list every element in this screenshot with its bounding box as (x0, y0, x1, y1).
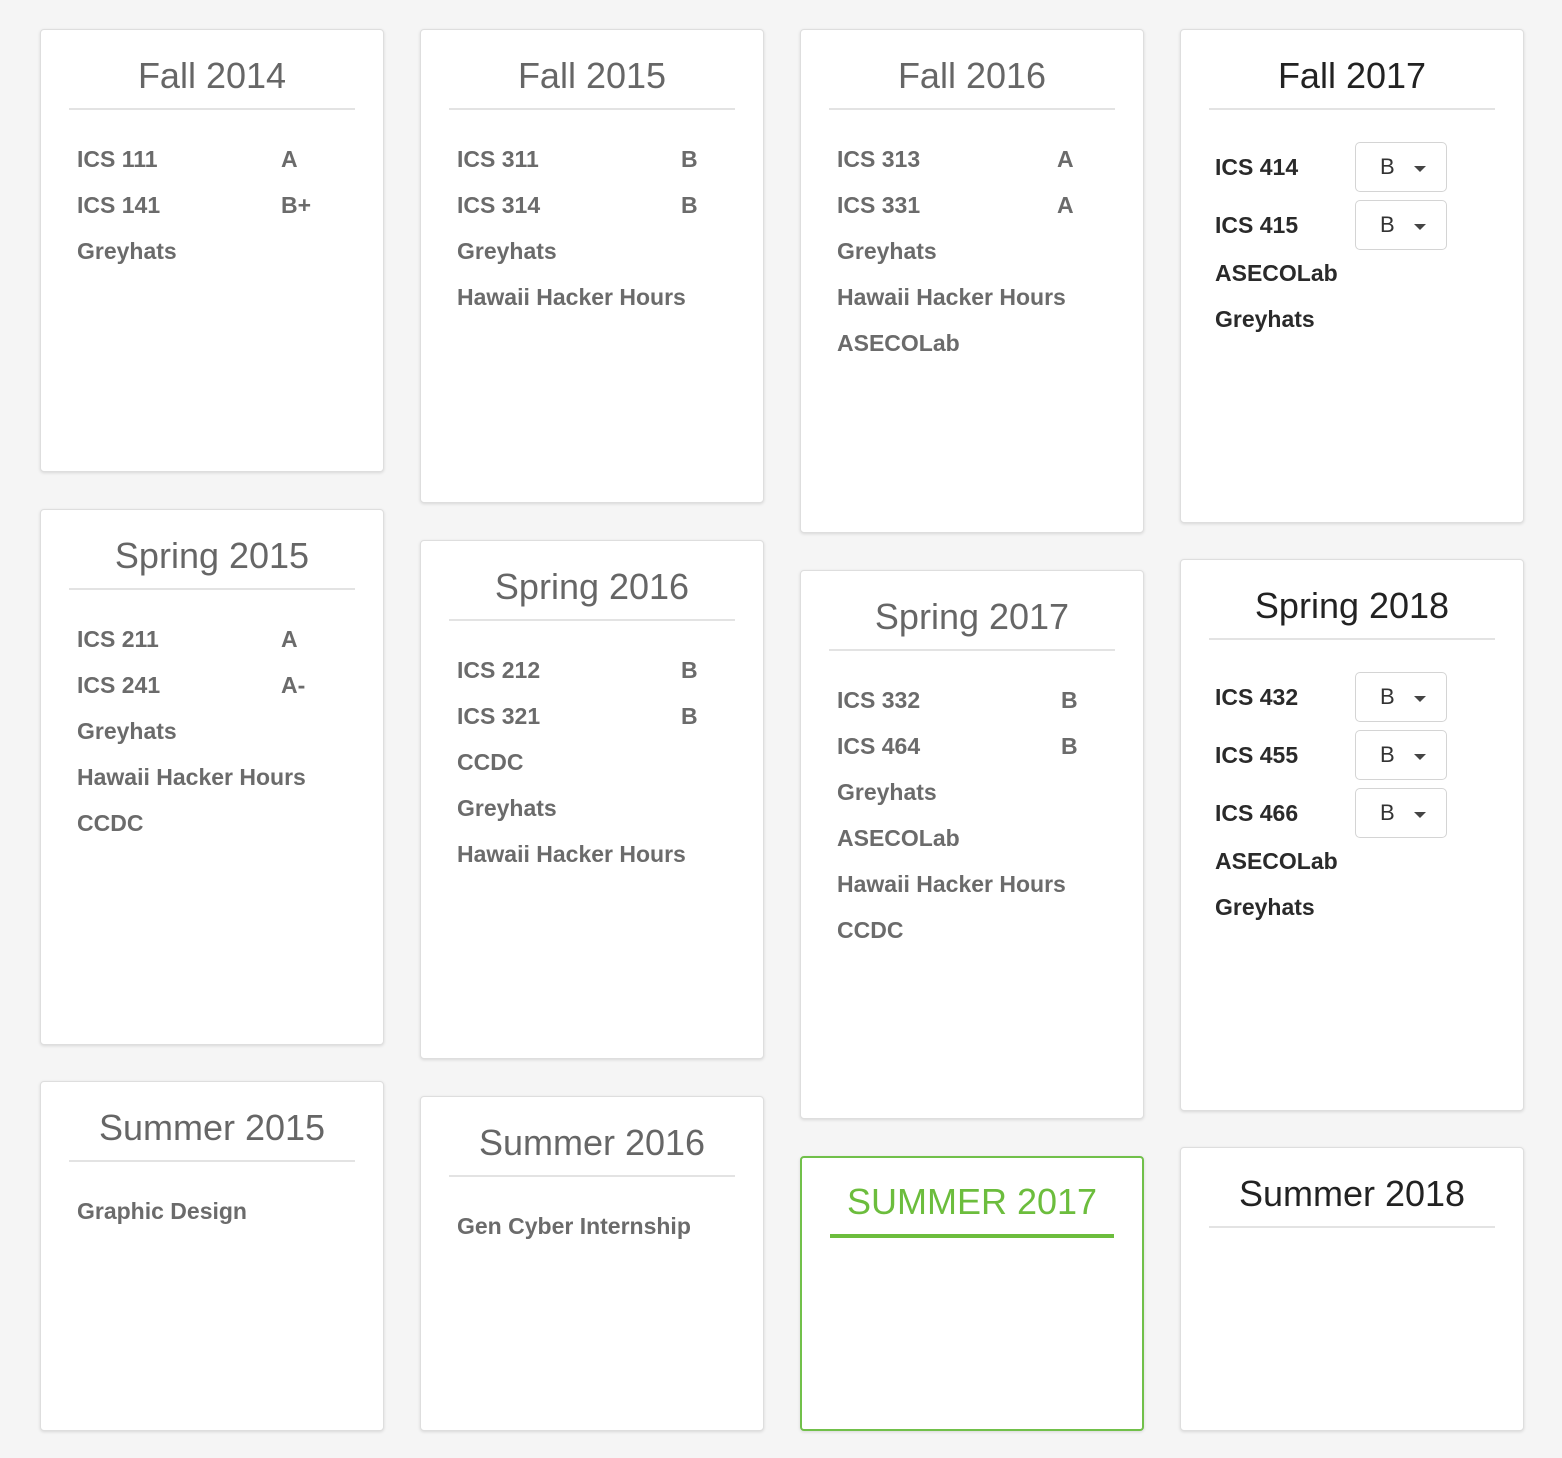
course-item: ICS 331 A (837, 190, 1143, 236)
semester-title: Spring 2016 (449, 541, 735, 621)
course-item: ICS 466 B (1215, 788, 1523, 846)
activity-item: Greyhats (837, 779, 937, 805)
activity-item: Greyhats (457, 795, 557, 821)
activity-item: Greyhats (1215, 894, 1315, 920)
grade-dropdown[interactable]: B (1355, 142, 1447, 192)
semester-title: Spring 2017 (829, 571, 1115, 651)
course-item: ICS 111 A (77, 144, 383, 190)
semester-card-summer-2016: Summer 2016 Gen Cyber Internship (420, 1096, 764, 1431)
grade-label: B (681, 146, 698, 172)
grade-label: A (1057, 192, 1074, 218)
course-item: ICS 141 B+ (77, 190, 383, 236)
semester-title: Fall 2015 (449, 30, 735, 110)
course-item: ICS 311 B (457, 144, 763, 190)
grade-label: A (281, 146, 298, 172)
activity-item: Hawaii Hacker Hours (457, 284, 686, 310)
semester-title: Fall 2014 (69, 30, 355, 110)
activity-item: Graphic Design (77, 1198, 247, 1224)
grade-dropdown[interactable]: B (1355, 200, 1447, 250)
activity-item: Greyhats (77, 238, 177, 264)
course-item: ICS 464 B (837, 731, 1143, 777)
semester-card-fall-2016: Fall 2016 ICS 313 A ICS 331 A Greyhats Haw… (800, 29, 1144, 533)
semester-card-fall-2017: Fall 2017 ICS 414 B ICS 415 B ASECOLab G… (1180, 29, 1524, 523)
activity-item: Hawaii Hacker Hours (837, 284, 1066, 310)
course-item: ICS 321 B (457, 701, 763, 747)
caret-down-icon (1414, 224, 1426, 230)
grade-label: B+ (281, 192, 312, 218)
activity-item: ASECOLab (1215, 260, 1338, 286)
activity-item: Greyhats (457, 238, 557, 264)
activity-item: Greyhats (77, 718, 177, 744)
course-item: ICS 314 B (457, 190, 763, 236)
semester-card-spring-2017: Spring 2017 ICS 332 B ICS 464 B Greyhats A… (800, 570, 1144, 1119)
semester-card-summer-2018: Summer 2018 (1180, 1147, 1524, 1431)
grade-label: B (681, 657, 698, 683)
semester-title: Fall 2017 (1209, 30, 1495, 110)
course-item: ICS 313 A (837, 144, 1143, 190)
grade-label: A (1057, 146, 1074, 172)
activity-item: CCDC (77, 810, 144, 836)
caret-down-icon (1414, 754, 1426, 760)
grade-label: A (281, 626, 298, 652)
semester-card-fall-2015: Fall 2015 ICS 311 B ICS 314 B Greyhats Haw… (420, 29, 764, 503)
semester-title: Summer 2018 (1209, 1148, 1495, 1228)
activity-item: Greyhats (1215, 306, 1315, 332)
semester-card-summer-2015: Summer 2015 Graphic Design (40, 1081, 384, 1431)
grade-dropdown[interactable]: B (1355, 788, 1447, 838)
semester-title: Summer 2015 (69, 1082, 355, 1162)
activity-item: Hawaii Hacker Hours (77, 764, 306, 790)
semester-title: Spring 2015 (69, 510, 355, 590)
semester-card-spring-2016: Spring 2016 ICS 212 B ICS 321 B CCDC Greyh… (420, 540, 764, 1059)
grade-label: B (681, 703, 698, 729)
activity-item: ASECOLab (837, 825, 960, 851)
grade-label: A- (281, 672, 306, 698)
grade-label: B (1061, 733, 1078, 759)
course-item: ICS 415 B (1215, 200, 1523, 258)
course-item: ICS 332 B (837, 685, 1143, 731)
semester-title: Fall 2016 (829, 30, 1115, 110)
semester-title: Summer 2016 (449, 1097, 735, 1177)
course-item: ICS 212 B (457, 655, 763, 701)
activity-item: Gen Cyber Internship (457, 1213, 691, 1239)
activity-item: ASECOLab (1215, 848, 1338, 874)
activity-item: Greyhats (837, 238, 937, 264)
activity-item: Hawaii Hacker Hours (457, 841, 686, 867)
activity-item: CCDC (457, 749, 524, 775)
semester-title: Summer 2017 (830, 1158, 1114, 1238)
course-item: ICS 414 B (1215, 142, 1523, 200)
semester-title: Spring 2018 (1209, 560, 1495, 640)
course-item: ICS 432 B (1215, 672, 1523, 730)
caret-down-icon (1414, 166, 1426, 172)
course-item: ICS 241 A- (77, 670, 383, 716)
grade-dropdown[interactable]: B (1355, 672, 1447, 722)
caret-down-icon (1414, 812, 1426, 818)
course-item: ICS 455 B (1215, 730, 1523, 788)
semester-card-summer-2017[interactable]: Summer 2017 (800, 1156, 1144, 1431)
caret-down-icon (1414, 696, 1426, 702)
semester-card-spring-2018: Spring 2018 ICS 432 B ICS 455 B ICS 466 … (1180, 559, 1524, 1111)
activity-item: ASECOLab (837, 330, 960, 356)
grade-dropdown[interactable]: B (1355, 730, 1447, 780)
activity-item: Hawaii Hacker Hours (837, 871, 1066, 897)
course-item: ICS 211 A (77, 624, 383, 670)
grade-label: B (681, 192, 698, 218)
activity-item: CCDC (837, 917, 904, 943)
semester-card-spring-2015: Spring 2015 ICS 211 A ICS 241 A- Greyhats … (40, 509, 384, 1045)
grade-label: B (1061, 687, 1078, 713)
semester-card-fall-2014: Fall 2014 ICS 111 A ICS 141 B+ Greyhats (40, 29, 384, 472)
